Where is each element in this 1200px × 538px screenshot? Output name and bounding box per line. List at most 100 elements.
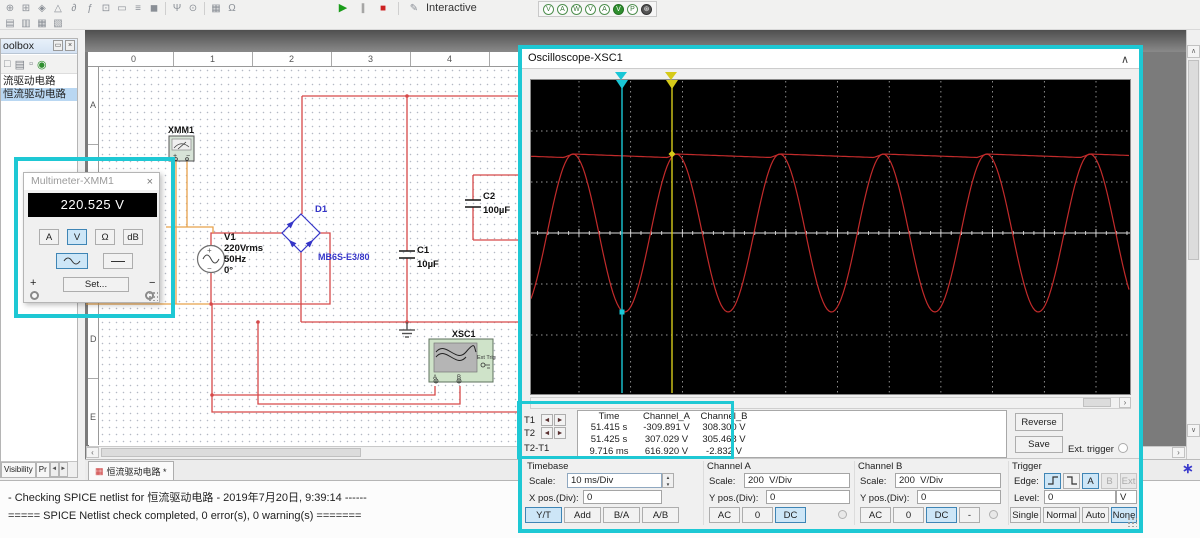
- channel-a-scale-field[interactable]: 200 V/Div: [744, 473, 850, 488]
- canvas-v-scroll-thumb[interactable]: [1188, 60, 1199, 260]
- place-diode-icon[interactable]: ◈: [34, 1, 50, 16]
- analyses-icon[interactable]: ▥: [18, 16, 34, 31]
- current-clamp-probe-icon[interactable]: A: [599, 3, 610, 15]
- toolbox-tab-pr[interactable]: Pr: [35, 462, 50, 477]
- channel-a-dc-button[interactable]: DC: [775, 507, 806, 523]
- trigger-mode-single-button[interactable]: Single: [1010, 507, 1041, 523]
- interactive-mode-label[interactable]: Interactive: [426, 2, 477, 14]
- scope-scroll-thumb[interactable]: [1083, 398, 1111, 407]
- place-transistor-icon[interactable]: △: [50, 1, 66, 16]
- trigger-edge-rise-button[interactable]: [1044, 473, 1061, 489]
- resize-grip[interactable]: [148, 291, 158, 301]
- tab-scroll-left-button[interactable]: ◄: [49, 462, 59, 477]
- component-xsc1[interactable]: Ext Trig A B XSC1: [428, 329, 496, 384]
- snapshot-icon[interactable]: ◉: [37, 58, 47, 71]
- canvas-scroll-up-button[interactable]: ∧: [1187, 45, 1200, 58]
- toolbox-tab-visibility[interactable]: Visibility: [1, 462, 36, 477]
- dc-mode-button[interactable]: [103, 253, 133, 269]
- place-junction-icon[interactable]: ⊞: [18, 1, 34, 16]
- toolbox-float-button[interactable]: ▭: [53, 40, 63, 51]
- voltage-probe-icon[interactable]: V: [543, 3, 554, 15]
- mode-button-ω[interactable]: Ω: [95, 229, 115, 245]
- report-icon[interactable]: ▧: [50, 16, 66, 31]
- toolbox-close-button[interactable]: ×: [65, 40, 75, 51]
- probe-settings-icon[interactable]: ⊛: [641, 3, 652, 15]
- channel-b-dc-button[interactable]: DC: [926, 507, 957, 523]
- multimeter-close-button[interactable]: ×: [147, 174, 153, 190]
- timebase-y/t-button[interactable]: Y/T: [525, 507, 562, 523]
- channel-a-0-button[interactable]: 0: [742, 507, 773, 523]
- channel-b-ac-button[interactable]: AC: [860, 507, 891, 523]
- digital-probe-icon[interactable]: V: [613, 3, 624, 15]
- set-button[interactable]: Set...: [63, 277, 129, 292]
- channel-a-ac-button[interactable]: AC: [709, 507, 740, 523]
- channel-b---button[interactable]: -: [959, 507, 980, 523]
- new-schematic-icon[interactable]: □: [4, 58, 11, 70]
- canvas-scroll-down-button[interactable]: ∨: [1187, 424, 1200, 437]
- mode-button-v[interactable]: V: [67, 229, 87, 245]
- place-cmos-icon[interactable]: ⊡: [98, 1, 114, 16]
- diff-voltage-probe-icon[interactable]: V: [585, 3, 596, 15]
- ground-symbol[interactable]: [399, 322, 415, 338]
- canvas-scroll-right-button[interactable]: ›: [1172, 447, 1185, 458]
- phase-probe-icon[interactable]: P: [627, 3, 638, 15]
- trigger-edge-fall-button[interactable]: [1063, 473, 1080, 489]
- place-bus-icon[interactable]: Ω: [224, 1, 240, 16]
- place-source-icon[interactable]: Ψ: [169, 1, 185, 16]
- scope-screen[interactable]: [530, 79, 1131, 395]
- trigger-level-field[interactable]: 0: [1044, 490, 1116, 504]
- place-ttl-icon[interactable]: ƒ: [82, 1, 98, 16]
- reverse-button[interactable]: Reverse: [1015, 413, 1063, 431]
- component-xmm1[interactable]: + − XMM1: [168, 125, 195, 162]
- cursor1-handle[interactable]: [615, 72, 627, 80]
- ac-mode-button[interactable]: [56, 253, 88, 269]
- mode-button-a[interactable]: A: [39, 229, 59, 245]
- place-electromech-icon[interactable]: ▦: [208, 1, 224, 16]
- place-indicator-icon[interactable]: ≡: [130, 1, 146, 16]
- multimeter-positive-terminal[interactable]: [30, 291, 39, 300]
- sheet-tab[interactable]: ▦ 恒流驱动电路 *: [88, 461, 174, 480]
- timebase-b/a-button[interactable]: B/A: [603, 507, 640, 523]
- trigger-mode-normal-button[interactable]: Normal: [1043, 507, 1080, 523]
- stop-simulation-button[interactable]: ■: [375, 1, 391, 16]
- open-folder-icon[interactable]: ▤: [15, 58, 25, 71]
- place-misc-icon[interactable]: ▭: [114, 1, 130, 16]
- channel-b-ypos-field[interactable]: 0: [917, 490, 1001, 504]
- timebase-xpos-field[interactable]: 0: [583, 490, 662, 504]
- trigger-mode-auto-button[interactable]: Auto: [1082, 507, 1109, 523]
- oscilloscope-titlebar[interactable]: Oscilloscope-XSC1 ∧: [522, 49, 1139, 69]
- place-analog-icon[interactable]: ∂: [66, 1, 82, 16]
- toolbox-item[interactable]: 流驱动电路: [1, 75, 77, 88]
- toolbox-item[interactable]: 恒流驱动电路: [1, 88, 77, 101]
- scope-scroll-right-button[interactable]: ›: [1119, 397, 1131, 408]
- disabled-sheet-icon[interactable]: ▫: [29, 58, 33, 70]
- trigger-level-unit[interactable]: V: [1116, 490, 1137, 504]
- place-component-icon[interactable]: ⊕: [2, 1, 18, 16]
- collapse-button[interactable]: ∧: [1121, 51, 1129, 70]
- mode-button-db[interactable]: dB: [123, 229, 143, 245]
- trigger-ext-button[interactable]: Ext: [1120, 473, 1137, 489]
- postprocessor-icon[interactable]: ▦: [34, 16, 50, 31]
- place-rf-icon[interactable]: ⊙: [185, 1, 201, 16]
- channel-a-ypos-field[interactable]: 0: [766, 490, 850, 504]
- grapher-icon[interactable]: ▤: [2, 16, 18, 31]
- current-probe-icon[interactable]: A: [557, 3, 568, 15]
- power-probe-icon[interactable]: W: [571, 3, 582, 15]
- save-button[interactable]: Save: [1015, 436, 1063, 453]
- canvas-v-scrollbar[interactable]: ∧ ∨: [1186, 30, 1200, 459]
- tab-scroll-right-button[interactable]: ►: [58, 462, 68, 477]
- trigger-b-button[interactable]: B: [1101, 473, 1118, 489]
- channel-b-0-button[interactable]: 0: [893, 507, 924, 523]
- timebase-add-button[interactable]: Add: [564, 507, 601, 523]
- channel-b-scale-field[interactable]: 200 V/Div: [895, 473, 1001, 488]
- pause-simulation-button[interactable]: ∥: [355, 1, 371, 16]
- place-power-icon[interactable]: ◼: [146, 1, 162, 16]
- canvas-h-scroll-thumb[interactable]: [101, 448, 361, 457]
- multimeter-dialog[interactable]: Multimeter-XMM1 × 220.525 V A V ΩdB + Set.…: [23, 172, 160, 303]
- component-v1[interactable]: + − V1 220Vrms 50Hz 0°: [196, 232, 264, 276]
- ext-trigger-terminal[interactable]: [1118, 443, 1128, 453]
- component-c1[interactable]: C1 10µF: [399, 245, 439, 270]
- timebase-scale-spinner[interactable]: ▲ ▼: [662, 473, 674, 488]
- run-simulation-button[interactable]: ▶: [335, 1, 351, 16]
- cursor2-handle[interactable]: [665, 72, 677, 80]
